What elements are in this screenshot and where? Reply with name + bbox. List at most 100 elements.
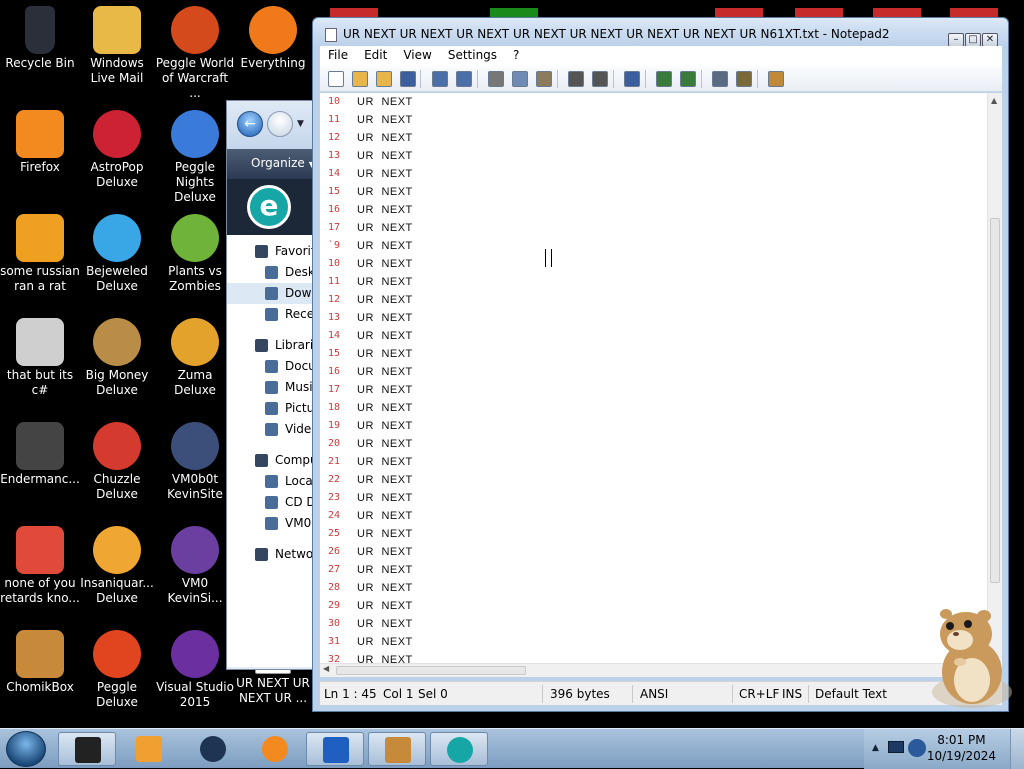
replace-icon[interactable]: [592, 71, 608, 87]
save-icon[interactable]: [400, 71, 416, 87]
status-scheme[interactable]: Default Text: [815, 687, 887, 701]
undo-icon[interactable]: [432, 71, 448, 87]
taskbar-item[interactable]: [306, 732, 364, 766]
back-icon[interactable]: ←: [237, 111, 263, 137]
desktop-icon-item[interactable]: Windows Live Mail: [77, 0, 157, 100]
cut-icon[interactable]: [488, 71, 504, 87]
desktop-icon-item[interactable]: Plants vs Zombies: [155, 208, 235, 308]
exit-icon[interactable]: [768, 71, 784, 87]
desktop-icon-item[interactable]: Peggle World of Warcraft ...: [155, 0, 235, 100]
desktop-icon-item[interactable]: Big Money Deluxe: [77, 312, 157, 412]
scrollbar-thumb[interactable]: [336, 666, 526, 675]
desktop-icon-item[interactable]: Recycle Bin: [0, 0, 80, 100]
desktop-icon-item[interactable]: Everything: [233, 0, 313, 100]
toolbar-separator: [701, 70, 702, 88]
notepad2-window[interactable]: UR NEXT UR NEXT UR NEXT UR NEXT UR NEXT …: [312, 17, 1009, 712]
browse-icon[interactable]: [376, 71, 392, 87]
customize-icon[interactable]: [736, 71, 752, 87]
desktop-icon-item[interactable]: Bejeweled Deluxe: [77, 208, 157, 308]
taskbar-item[interactable]: [120, 732, 178, 766]
desktop-icon-item[interactable]: ChomikBox: [0, 624, 80, 724]
forward-icon[interactable]: [267, 111, 293, 137]
tree-item[interactable]: Local Disk: [227, 471, 325, 492]
desktop-icon-item[interactable]: Visual Studio 2015: [155, 624, 235, 724]
desktop-icon-item[interactable]: Endermanc...: [0, 416, 80, 516]
status-encoding[interactable]: ANSI: [640, 687, 668, 701]
desktop-icon-item[interactable]: Peggle Deluxe: [77, 624, 157, 724]
desktop-icon-item[interactable]: some russian ran a rat: [0, 208, 80, 308]
paste-icon[interactable]: [536, 71, 552, 87]
desktop-icon-label: Peggle Nights Deluxe: [174, 160, 216, 204]
menu-item[interactable]: File: [320, 46, 356, 62]
desktop-icon-item[interactable]: VM0 KevinSi...: [155, 520, 235, 620]
desktop-icon-item[interactable]: that but its c#: [0, 312, 80, 412]
endermanch-icon: [16, 422, 64, 470]
taskbar-item[interactable]: [246, 732, 304, 766]
tree-item[interactable]: Videos: [227, 419, 325, 440]
start-button[interactable]: [6, 731, 46, 767]
show-hidden-icons-icon[interactable]: ▲: [872, 743, 879, 753]
tree-item[interactable]: Recent Places: [227, 304, 325, 325]
title-bar[interactable]: UR NEXT UR NEXT UR NEXT UR NEXT UR NEXT …: [313, 18, 1008, 48]
show-desktop-button[interactable]: [1010, 729, 1024, 769]
taskbar-item[interactable]: [430, 732, 488, 766]
chevron-down-icon[interactable]: ▼: [297, 119, 304, 129]
tree-item[interactable]: VM0b0t: [227, 513, 325, 534]
desktop-icon-item[interactable]: AstroPop Deluxe: [77, 104, 157, 204]
tree-item[interactable]: Downloads: [227, 283, 325, 304]
network-icon[interactable]: [908, 739, 926, 757]
desktop-icon-item[interactable]: Firefox: [0, 104, 80, 204]
disk-utility-icon: [200, 736, 226, 762]
display-icon[interactable]: [888, 741, 904, 753]
menu-item[interactable]: Edit: [356, 46, 395, 62]
vertical-scrollbar[interactable]: ▲: [987, 93, 1002, 663]
menu-item[interactable]: View: [395, 46, 439, 62]
taskbar-item[interactable]: [368, 732, 426, 766]
zoom-out-icon[interactable]: [680, 71, 696, 87]
scroll-left-icon[interactable]: ◀: [323, 664, 329, 673]
status-insert-mode[interactable]: INS: [782, 687, 802, 701]
menu-item[interactable]: ?: [505, 46, 527, 62]
tree-item[interactable]: Favorites: [227, 241, 325, 262]
maximize-button[interactable]: □: [965, 33, 981, 47]
desktop-icon-item[interactable]: Zuma Deluxe: [155, 312, 235, 412]
tree-item[interactable]: Documents: [227, 356, 325, 377]
editor-line: 16 UR NEXT: [320, 201, 980, 219]
desktop-icon-item[interactable]: Insaniquar... Deluxe: [77, 520, 157, 620]
tree-item[interactable]: Computer: [227, 450, 325, 471]
explorer-window[interactable]: ← ▼ Organize▼ e FavoritesDesktopDownload…: [226, 100, 326, 670]
scrollbar-thumb[interactable]: [990, 218, 1000, 583]
find-icon[interactable]: [568, 71, 584, 87]
taskbar-item[interactable]: [184, 732, 242, 766]
taskbar-item[interactable]: [58, 732, 116, 766]
tree-item[interactable]: CD Drive: [227, 492, 325, 513]
desktop-icon-item[interactable]: Chuzzle Deluxe: [77, 416, 157, 516]
new-icon[interactable]: [328, 71, 344, 87]
status-line-endings[interactable]: CR+LF: [739, 687, 779, 701]
editor-line: 15 UR NEXT: [320, 183, 980, 201]
close-button[interactable]: ✕: [982, 33, 998, 47]
text-editor[interactable]: 10 UR NEXT 11 UR NEXT 12 UR NEXT 13 UR NEXT 14 UR…: [320, 93, 1002, 677]
desktop-icon-item[interactable]: Peggle Nights Deluxe: [155, 104, 235, 204]
scheme-icon[interactable]: [712, 71, 728, 87]
scroll-up-icon[interactable]: ▲: [991, 96, 997, 105]
copy-icon[interactable]: [512, 71, 528, 87]
tree-item[interactable]: Desktop: [227, 262, 325, 283]
word-wrap-icon[interactable]: [624, 71, 640, 87]
editor-line: 27 UR NEXT: [320, 561, 980, 579]
tree-item[interactable]: Network: [227, 544, 325, 565]
tree-item[interactable]: Music: [227, 377, 325, 398]
desktop-icon-item[interactable]: none of you retards kno...: [0, 520, 80, 620]
editor-line: 11 UR NEXT: [320, 273, 980, 291]
open-icon[interactable]: [352, 71, 368, 87]
tree-item[interactable]: Libraries: [227, 335, 325, 356]
desktop-icon-item[interactable]: VM0b0t KevinSite: [155, 416, 235, 516]
redo-icon[interactable]: [456, 71, 472, 87]
clock[interactable]: 8:01 PM 10/19/2024: [927, 732, 996, 764]
zoom-in-icon[interactable]: [656, 71, 672, 87]
menu-item[interactable]: Settings: [440, 46, 505, 62]
tree-item[interactable]: Pictures: [227, 398, 325, 419]
horizontal-scrollbar[interactable]: ◀: [320, 663, 987, 677]
organize-button[interactable]: Organize: [251, 156, 305, 170]
minimize-button[interactable]: –: [948, 33, 964, 47]
